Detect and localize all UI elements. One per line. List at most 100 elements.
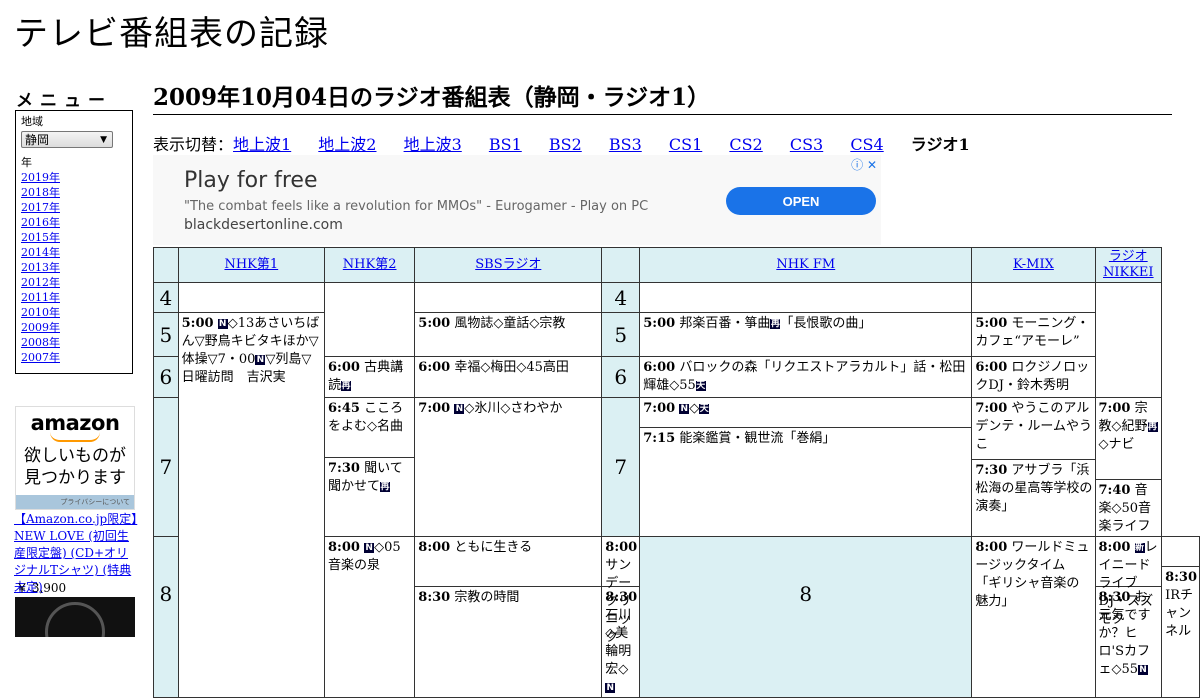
product-price: ￥ 3,900 xyxy=(16,581,67,595)
program-cell[interactable]: 7:00 N◇氷川◇さわやか xyxy=(414,397,603,537)
region-label: 地域 xyxy=(21,115,43,128)
hour-label: 8 xyxy=(153,536,179,698)
empty-slot xyxy=(1094,282,1163,398)
ad-close-icon[interactable]: ⓘ ✕ xyxy=(851,156,877,173)
channel-header-nhk1[interactable]: NHK第1 xyxy=(224,257,278,272)
switch-link-cs4[interactable]: CS4 xyxy=(850,135,883,154)
program-cell[interactable]: 8:00 N◇05音楽の泉 xyxy=(324,536,416,698)
empty-slot xyxy=(177,282,326,313)
program-cell[interactable]: 6:00 幸福◇梅田◇45高田 xyxy=(414,356,603,398)
rebroadcast-mark-icon: 再 xyxy=(770,319,781,329)
switch-link-cs2[interactable]: CS2 xyxy=(729,135,762,154)
switch-prefix: 表示切替： xyxy=(153,135,234,154)
program-cell-group: 7:00 宗教◇紀野再◇ナビ 7:40 音楽◇50音楽ライフ xyxy=(1094,397,1163,537)
program-cell[interactable]: 5:00 風物誌◇童話◇宗教 xyxy=(414,312,603,357)
year-list: 2019年 2018年 2017年 2016年 2015年 2014年 2013… xyxy=(21,170,127,365)
ad-banner[interactable]: Play for free "The combat feels like a r… xyxy=(153,155,881,245)
product-image[interactable] xyxy=(15,597,135,637)
program-cell-group: 8:30 IRチャンネル xyxy=(1161,536,1200,698)
program-time: 8:00 xyxy=(605,540,638,555)
program-time: 7:30 xyxy=(975,463,1008,478)
program-cell[interactable]: 7:00 やうこのアルデンテ・ルームやうこ xyxy=(972,398,1095,460)
program-cell[interactable]: 7:00 宗教◇紀野再◇ナビ xyxy=(1095,398,1162,480)
switch-link-bs2[interactable]: BS2 xyxy=(549,135,582,154)
program-title: 石川◇美輪明宏◇ xyxy=(605,608,632,677)
year-link[interactable]: 2016年 xyxy=(21,216,60,229)
program-cell[interactable]: 8:00 サンデークリニック xyxy=(602,537,640,645)
program-cell[interactable]: 7:40 音楽◇50音楽ライフ xyxy=(1096,480,1162,536)
program-title: ◇ xyxy=(689,401,700,416)
ad-headline[interactable]: Play for free xyxy=(184,168,318,193)
program-cell[interactable]: 8:30 宗教の時間 xyxy=(415,587,601,607)
page-title: 2009年10月04日のラジオ番組表（静岡・ラジオ1） xyxy=(153,84,1172,115)
switch-link-bs3[interactable]: BS3 xyxy=(609,135,642,154)
switch-link-terrestrial-3[interactable]: 地上波3 xyxy=(404,135,462,154)
hour-label: 7 xyxy=(601,397,641,537)
switch-link-cs1[interactable]: CS1 xyxy=(669,135,702,154)
channel-header-kmix[interactable]: K-MIX xyxy=(1013,257,1054,272)
program-time: 5:00 xyxy=(418,316,451,331)
year-link[interactable]: 2014年 xyxy=(21,246,60,259)
year-label: 年 xyxy=(21,156,32,169)
program-time: 6:45 xyxy=(328,401,360,416)
year-link[interactable]: 2012年 xyxy=(21,276,60,289)
program-cell[interactable]: 7:15 能楽鑑賞・観世流「巻絹」 xyxy=(640,428,971,448)
program-cell[interactable]: 6:00 古典講読再 xyxy=(324,356,416,398)
program-time: 5:00 xyxy=(181,316,214,331)
program-cell[interactable]: 7:30 聞いて聞かせて再 xyxy=(325,458,414,496)
program-time: 7:40 xyxy=(1098,483,1131,498)
channel-header-nhkfm[interactable]: NHK FM xyxy=(776,257,835,272)
ad-open-button[interactable]: OPEN xyxy=(726,187,876,215)
program-cell[interactable]: 5:00 モーニング・カフェ“アモーレ” xyxy=(971,312,1096,357)
empty-slot xyxy=(324,282,416,357)
program-time: 7:15 xyxy=(643,431,676,446)
program-time: 7:30 xyxy=(328,461,360,476)
year-link[interactable]: 2017年 xyxy=(21,201,60,214)
program-cell[interactable]: 6:00 ロクジノロックDJ・鈴木秀明 xyxy=(971,356,1096,398)
program-cell[interactable]: 5:00 N◇13あさいちばん▽野鳥キビタキほか▽体操▽7・00N▽列島▽日曜訪… xyxy=(177,312,326,698)
program-cell[interactable]: 8:00 ともに生きる xyxy=(415,537,602,587)
news-mark-icon: N xyxy=(605,683,616,693)
ad-domain[interactable]: blackdesertonline.com xyxy=(184,217,343,233)
year-link[interactable]: 2018年 xyxy=(21,186,60,199)
program-cell[interactable]: 7:30 アサブラ「浜松海の星高等学校の演奏」 xyxy=(972,460,1094,516)
program-time: 6:00 xyxy=(328,360,360,375)
amazon-privacy[interactable]: プライバシーについて xyxy=(16,495,134,509)
switch-link-cs3[interactable]: CS3 xyxy=(790,135,823,154)
year-link[interactable]: 2009年 xyxy=(21,321,60,334)
program-cell[interactable]: 8:30 石川◇美輪明宏◇ N xyxy=(602,587,639,697)
program-cell[interactable]: 6:45 こころをよむ◇名曲 xyxy=(325,398,415,458)
year-link[interactable]: 2010年 xyxy=(21,306,60,319)
program-cell[interactable]: 6:00 バロックの森「リクエストアラカルト」話・松田輝雄◇55天 xyxy=(639,356,973,398)
year-link[interactable]: 2007年 xyxy=(21,351,60,364)
channel-header-nikkei[interactable]: ラジオNIKKEI xyxy=(1103,249,1154,280)
channel-header-sbs[interactable]: SBSラジオ xyxy=(475,257,541,272)
switch-link-bs1[interactable]: BS1 xyxy=(489,135,522,154)
hour-label: 5 xyxy=(601,312,641,357)
channel-header-nhk2[interactable]: NHK第2 xyxy=(343,257,397,272)
year-link[interactable]: 2013年 xyxy=(21,261,60,274)
program-cell[interactable]: 8:00 新レイニードライブDJ・スズモク xyxy=(1095,537,1162,627)
program-time: 8:30 xyxy=(605,590,638,605)
year-link[interactable]: 2008年 xyxy=(21,336,60,349)
program-cell[interactable]: 5:00 邦楽百番・箏曲再「長恨歌の曲」 xyxy=(639,312,973,357)
radio-schedule-table: NHK第1 NHK第2 SBSラジオ NHK FM K-MIX ラジオNIKKE… xyxy=(153,247,1200,698)
program-title: ◇氷川◇さわやか xyxy=(464,401,563,416)
year-link[interactable]: 2011年 xyxy=(21,291,60,304)
view-switcher: 表示切替：地上波1 地上波2 地上波3 BS1 BS2 BS3 CS1 CS2 … xyxy=(153,135,992,155)
region-select[interactable]: 静岡 ▼ xyxy=(21,131,113,148)
corner-cell xyxy=(153,247,179,283)
menu-heading: メニュー xyxy=(16,91,112,111)
news-mark-icon: N xyxy=(364,543,375,553)
year-link[interactable]: 2015年 xyxy=(21,231,60,244)
news-mark-icon: N xyxy=(1138,665,1149,675)
program-cell-group: 8:00 新レイニードライブDJ・スズモク 8:30 お元気ですか？ヒロ'Sカフ… xyxy=(1094,536,1163,698)
switch-link-terrestrial-1[interactable]: 地上波1 xyxy=(233,135,291,154)
amazon-ad[interactable]: amazon 欲しいものが 見つかります プライバシーについて xyxy=(15,406,135,510)
program-cell[interactable]: 8:00 ワールドミュージックタイム「ギリシャ音楽の魅力」 xyxy=(971,536,1096,698)
year-link[interactable]: 2019年 xyxy=(21,171,60,184)
switch-link-terrestrial-2[interactable]: 地上波2 xyxy=(318,135,376,154)
program-cell[interactable]: 7:00 N◇天 xyxy=(640,398,972,428)
program-time: 8:30 xyxy=(1098,590,1131,605)
program-time: 7:00 xyxy=(1098,401,1131,416)
